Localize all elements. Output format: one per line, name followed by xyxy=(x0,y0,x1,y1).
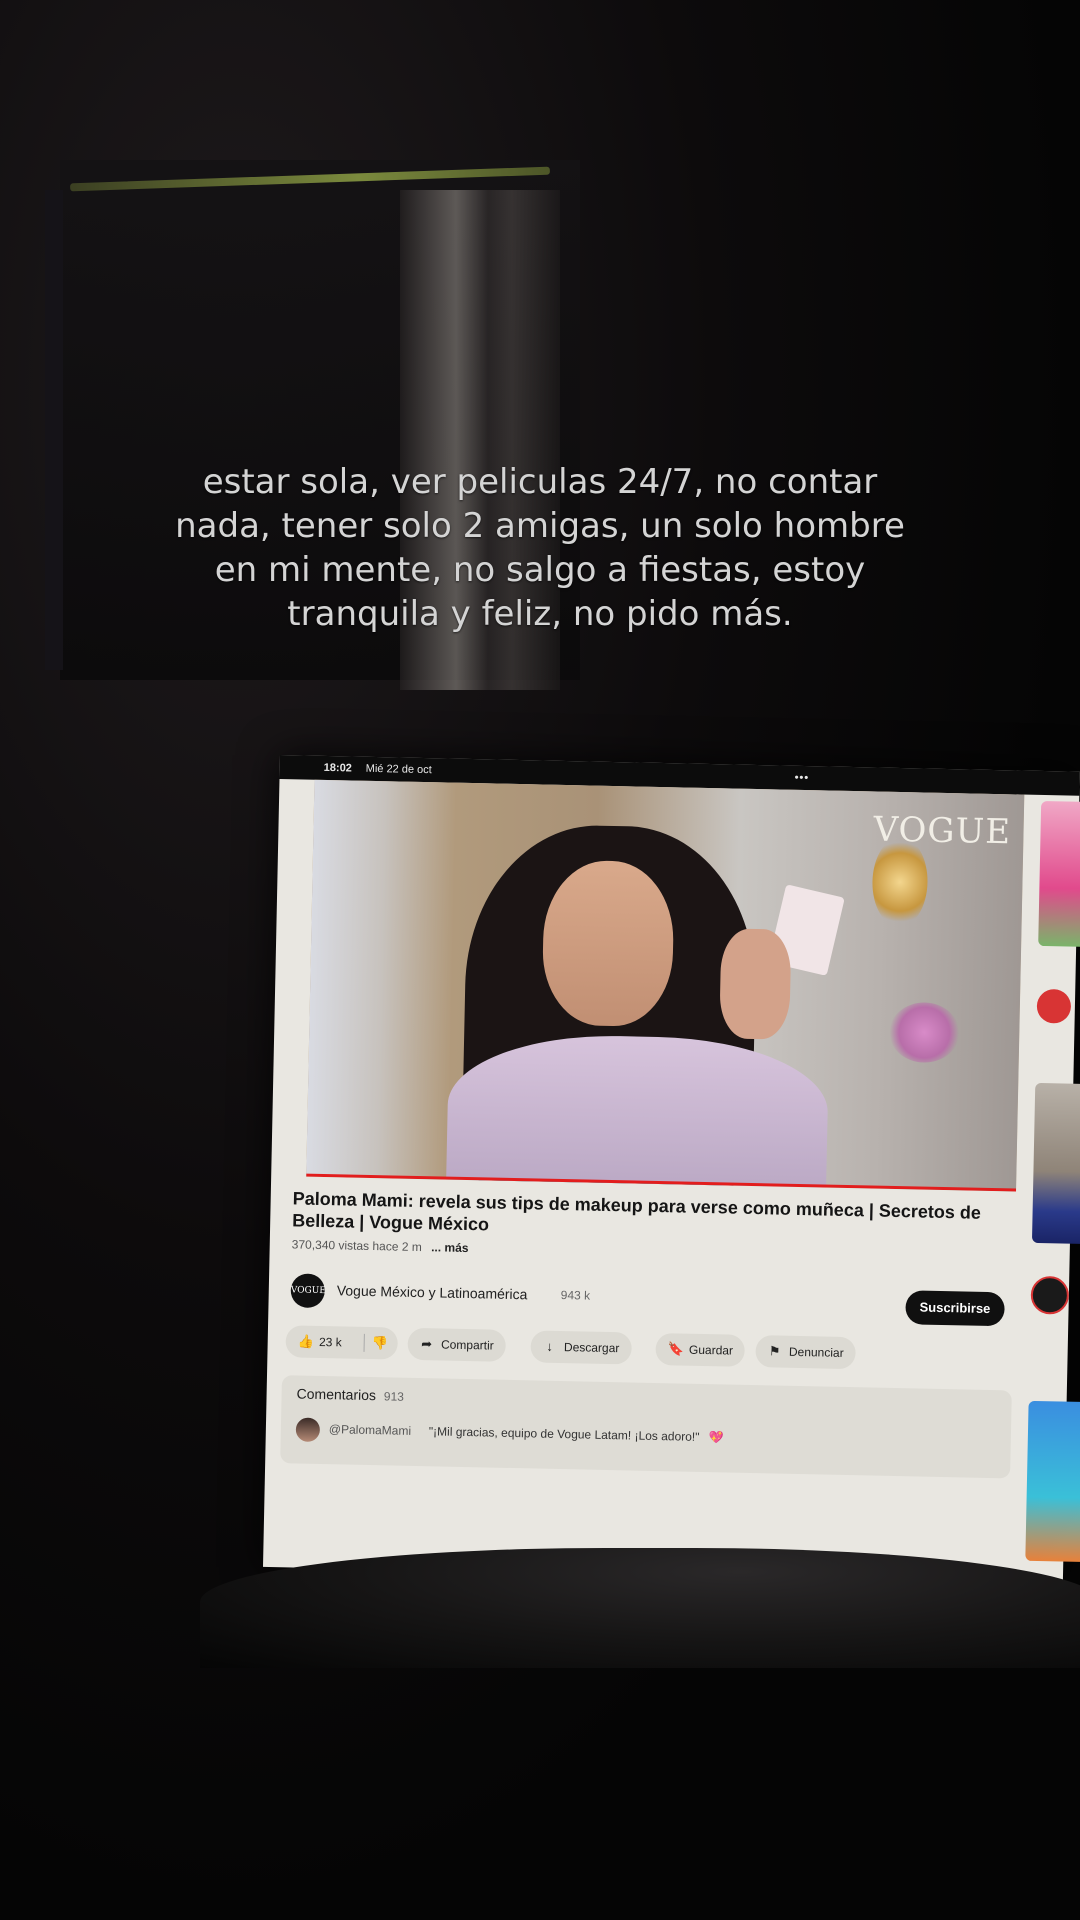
channel-avatar[interactable]: VOGUE xyxy=(290,1273,326,1309)
video-title: Paloma Mami: revela sus tips de makeup p… xyxy=(292,1188,982,1235)
save-label: Guardar xyxy=(688,1342,734,1358)
story-caption: estar sola, ver peliculas 24/7, no conta… xyxy=(175,462,905,634)
status-time: 18:02 xyxy=(323,761,352,775)
tablet-screen: 18:02 Mié 22 de oct ••• VOGUE Paloma Mam… xyxy=(262,755,1080,1584)
comments-panel[interactable]: Comentarios 913 @PalomaMami "¡Mil gracia… xyxy=(280,1375,1012,1479)
subscribe-button[interactable]: Suscribirse xyxy=(905,1290,1005,1327)
download-button[interactable]: ↓ Descargar xyxy=(530,1330,632,1365)
like-divider xyxy=(363,1333,365,1352)
photo-scene: estar sola, ver peliculas 24/7, no conta… xyxy=(0,0,1080,1920)
comment-author: @PalomaMami xyxy=(328,1422,412,1438)
share-icon: ➦ xyxy=(421,1336,433,1352)
video-subject-face xyxy=(541,859,675,1028)
status-date: Mié 22 de oct xyxy=(365,762,432,777)
flag-icon: ⚑ xyxy=(768,1343,781,1359)
vogue-watermark-logo: VOGUE xyxy=(873,809,1012,853)
commenter-avatar xyxy=(295,1417,321,1442)
like-count: 23 k xyxy=(318,1334,342,1350)
like-button[interactable]: 👍 23 k 👎 xyxy=(285,1325,399,1360)
video-player[interactable]: VOGUE xyxy=(306,779,1025,1192)
related-video-thumbnail[interactable] xyxy=(1031,1082,1080,1245)
save-button[interactable]: 🔖 Guardar xyxy=(655,1333,746,1367)
multitask-dots-icon[interactable]: ••• xyxy=(794,766,810,790)
related-channel-avatar[interactable] xyxy=(1036,988,1072,1024)
related-video-thumbnail[interactable] xyxy=(1038,800,1080,948)
download-icon: ↓ xyxy=(546,1338,554,1354)
view-count: 370,340 vistas xyxy=(291,1237,370,1253)
blanket xyxy=(200,1548,1080,1668)
subscriber-count: 943 k xyxy=(560,1287,591,1303)
report-button[interactable]: ⚑ Denunciar xyxy=(755,1335,856,1370)
channel-row: VOGUE Vogue México y Latinoamérica 943 k… xyxy=(290,1273,1011,1327)
report-label: Denunciar xyxy=(788,1344,844,1360)
video-age: hace 2 m xyxy=(372,1239,422,1255)
video-subject-hand xyxy=(719,928,792,1040)
related-channel-avatar[interactable] xyxy=(1030,1275,1070,1315)
comments-header: Comentarios 913 xyxy=(296,1385,404,1403)
download-label: Descargar xyxy=(563,1340,620,1356)
video-meta: 370,340 vistas hace 2 m ... más xyxy=(292,1237,469,1255)
channel-name[interactable]: Vogue México y Latinoamérica xyxy=(337,1282,528,1302)
comment-body: "¡Mil gracias, equipo de Vogue Latam! ¡L… xyxy=(428,1424,700,1444)
comments-count: 913 xyxy=(383,1389,405,1404)
share-button[interactable]: ➦ Compartir xyxy=(407,1327,507,1362)
curtain-pole xyxy=(45,190,63,670)
thumbs-down-icon[interactable]: 👎 xyxy=(371,1327,388,1359)
share-label: Compartir xyxy=(440,1337,494,1353)
video-actions: 👍 23 k 👎 ➦ Compartir ↓ Descargar 🔖 Guard… xyxy=(285,1325,1006,1372)
thumbs-up-icon: 👍 xyxy=(297,1333,315,1349)
related-video-thumbnail[interactable] xyxy=(1025,1400,1080,1563)
comments-title: Comentarios xyxy=(296,1385,377,1404)
heart-icon: 💖 xyxy=(708,1430,724,1445)
bookmark-icon: 🔖 xyxy=(667,1341,684,1357)
comment-text: "¡Mil gracias, equipo de Vogue Latam! ¡L… xyxy=(429,1424,724,1444)
description-more-link[interactable]: ... más xyxy=(431,1240,469,1255)
